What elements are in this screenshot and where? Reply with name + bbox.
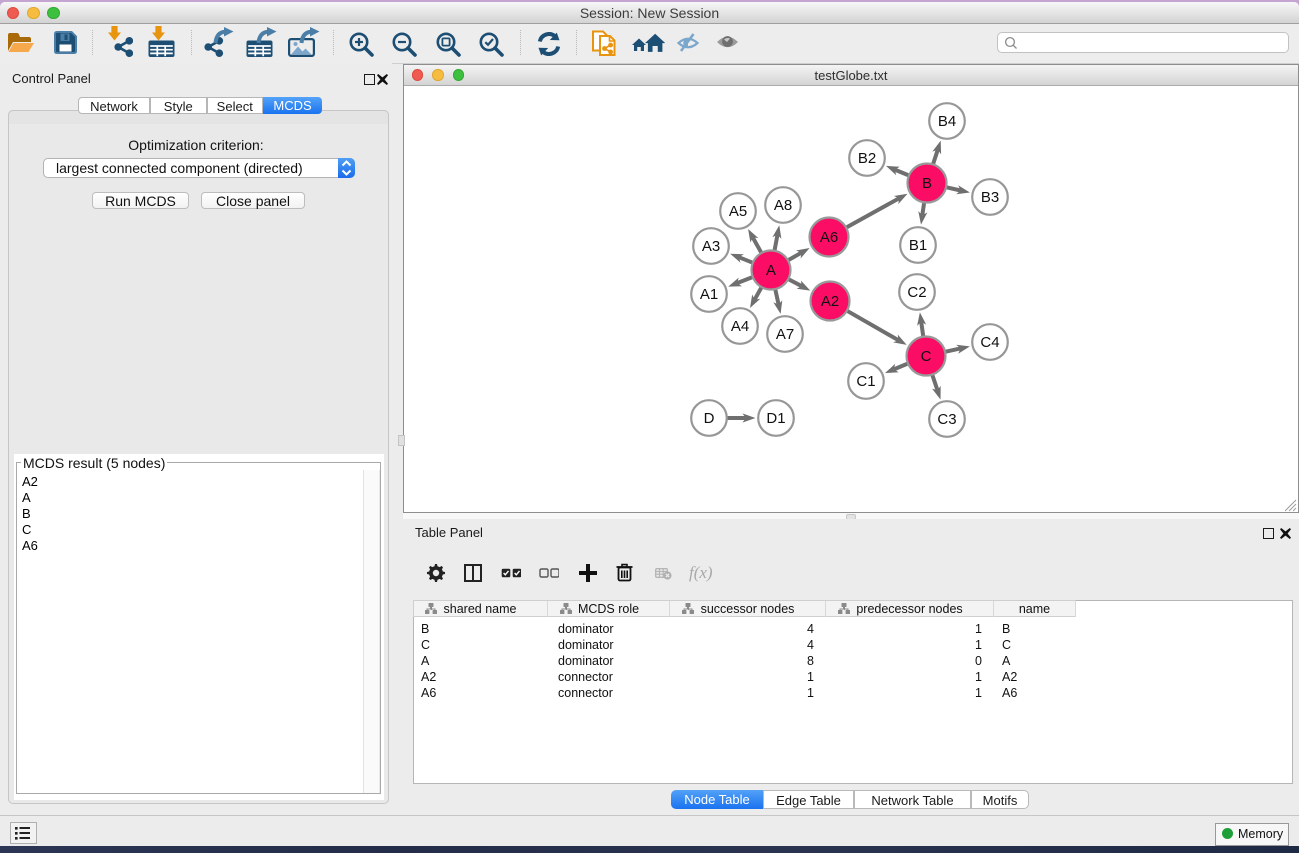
svg-text:A3: A3: [702, 238, 720, 255]
svg-text:C2: C2: [907, 284, 926, 301]
svg-text:C3: C3: [937, 411, 956, 428]
svg-text:A2: A2: [821, 293, 839, 310]
svg-text:A4: A4: [731, 318, 749, 335]
svg-text:B1: B1: [909, 237, 927, 254]
svg-text:B2: B2: [858, 150, 876, 167]
svg-text:D: D: [704, 410, 715, 427]
svg-text:C4: C4: [980, 334, 999, 351]
svg-text:A5: A5: [729, 203, 747, 220]
svg-text:A8: A8: [774, 197, 792, 214]
svg-text:C1: C1: [856, 373, 875, 390]
svg-text:B: B: [922, 175, 932, 192]
svg-text:B3: B3: [981, 189, 999, 206]
svg-text:A6: A6: [820, 229, 838, 246]
svg-text:A7: A7: [776, 326, 794, 343]
svg-text:C: C: [921, 348, 932, 365]
svg-text:A: A: [766, 262, 776, 279]
svg-text:D1: D1: [766, 410, 785, 427]
svg-text:A1: A1: [700, 286, 718, 303]
svg-text:B4: B4: [938, 113, 956, 130]
